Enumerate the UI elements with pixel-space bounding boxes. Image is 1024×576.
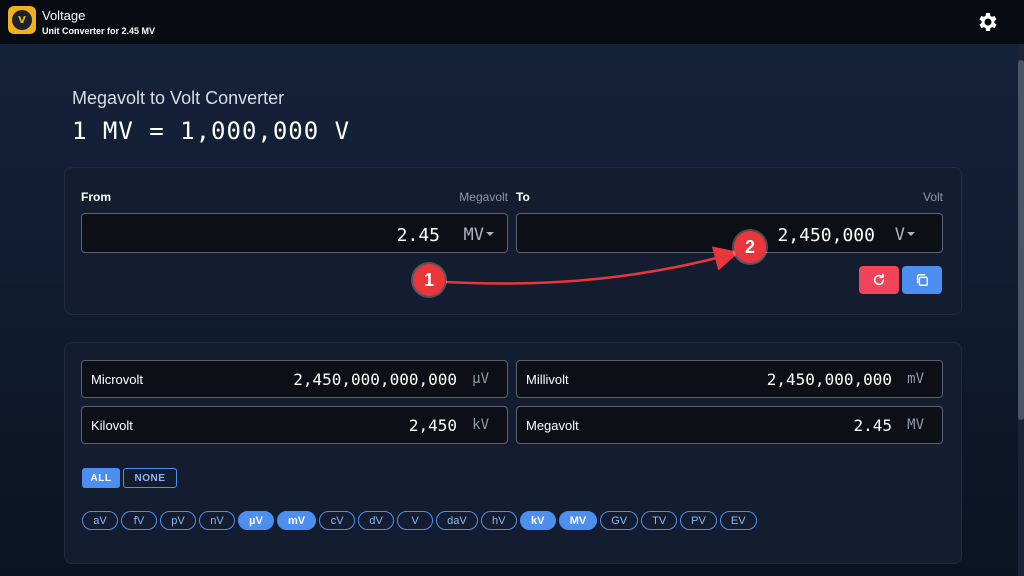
unit-chip[interactable]: mV — [277, 511, 317, 530]
unit-chip[interactable]: V — [397, 511, 434, 530]
result-unit-symbol: µV — [472, 371, 489, 387]
from-unit-name: Megavolt — [459, 190, 508, 204]
unit-chip[interactable]: PV — [680, 511, 717, 530]
unit-chip[interactable]: pV — [160, 511, 196, 530]
unit-chip[interactable]: TV — [641, 511, 678, 530]
result-megavolt[interactable]: Megavolt 2.45 MV — [516, 406, 943, 444]
logo-mark: V — [12, 10, 32, 30]
select-none-button[interactable]: NONE — [123, 468, 177, 488]
conversion-equation: 1 MV = 1,000,000 V — [72, 117, 351, 145]
app-logo: V — [8, 6, 36, 34]
result-unit-symbol: MV — [907, 417, 924, 433]
unit-chip[interactable]: µV — [238, 511, 274, 530]
result-unit-name: Megavolt — [526, 418, 579, 433]
to-unit-name: Volt — [922, 190, 943, 204]
copy-icon — [916, 274, 928, 286]
annotation-badge-2: 2 — [734, 231, 766, 263]
unit-chip[interactable]: GV — [600, 511, 639, 530]
chevron-down-icon — [907, 232, 915, 236]
unit-chip[interactable]: cV — [319, 511, 356, 530]
result-value: 2,450,000,000 — [766, 370, 892, 389]
to-value: 2,450,000 — [777, 225, 875, 246]
app-header: V Voltage Unit Converter for 2.45 MV — [0, 0, 1024, 44]
unit-chip[interactable]: hV — [480, 511, 517, 530]
unit-chip[interactable]: aV — [82, 511, 118, 530]
unit-chip[interactable]: nV — [199, 511, 235, 530]
gear-icon[interactable] — [976, 10, 1000, 34]
refresh-icon — [873, 273, 885, 286]
unit-chip[interactable]: fV — [121, 511, 157, 530]
unit-filter-chips: aV fV pV nV µV mV cV dV VdaV hV kV MV GV TV PV EV — [82, 511, 757, 530]
to-label: To — [516, 190, 530, 204]
result-unit-name: Millivolt — [526, 372, 569, 387]
result-kilovolt[interactable]: Kilovolt 2,450 kV — [81, 406, 508, 444]
to-input[interactable]: 2,450,000 V — [516, 213, 943, 253]
result-unit-name: Microvolt — [91, 372, 144, 387]
annotation-badge-1: 1 — [413, 264, 445, 296]
app-subtitle: Unit Converter for 2.45 MV — [42, 26, 156, 36]
unit-chip[interactable]: MV — [558, 511, 598, 530]
result-value: 2.45 — [853, 416, 892, 435]
reset-button[interactable] — [859, 266, 899, 294]
result-value: 2,450 — [408, 416, 457, 435]
chevron-down-icon — [486, 232, 494, 236]
result-unit-symbol: kV — [472, 417, 489, 433]
select-all-button[interactable]: ALL — [82, 468, 120, 488]
unit-chip[interactable]: EV — [719, 511, 757, 530]
from-label: From — [81, 190, 111, 204]
to-unit-select[interactable]: V — [895, 225, 905, 245]
from-value: 2.45 — [396, 225, 440, 246]
result-microvolt[interactable]: Microvolt 2,450,000,000,000 µV — [81, 360, 508, 398]
unit-chip[interactable]: kV — [519, 511, 556, 530]
result-unit-name: Kilovolt — [91, 418, 133, 433]
page-title: Megavolt to Volt Converter — [72, 88, 285, 108]
from-unit-select[interactable]: MV — [464, 225, 484, 245]
result-millivolt[interactable]: Millivolt 2,450,000,000 mV — [516, 360, 943, 398]
from-input[interactable]: 2.45 MV — [81, 213, 508, 253]
unit-chip[interactable]: dV — [358, 511, 395, 530]
app-title: Voltage — [42, 8, 86, 23]
result-unit-symbol: mV — [907, 371, 924, 387]
unit-chip[interactable]: daV — [436, 511, 478, 530]
copy-button[interactable] — [902, 266, 942, 294]
scrollbar-thumb[interactable] — [1018, 60, 1024, 420]
result-value: 2,450,000,000,000 — [293, 370, 457, 389]
